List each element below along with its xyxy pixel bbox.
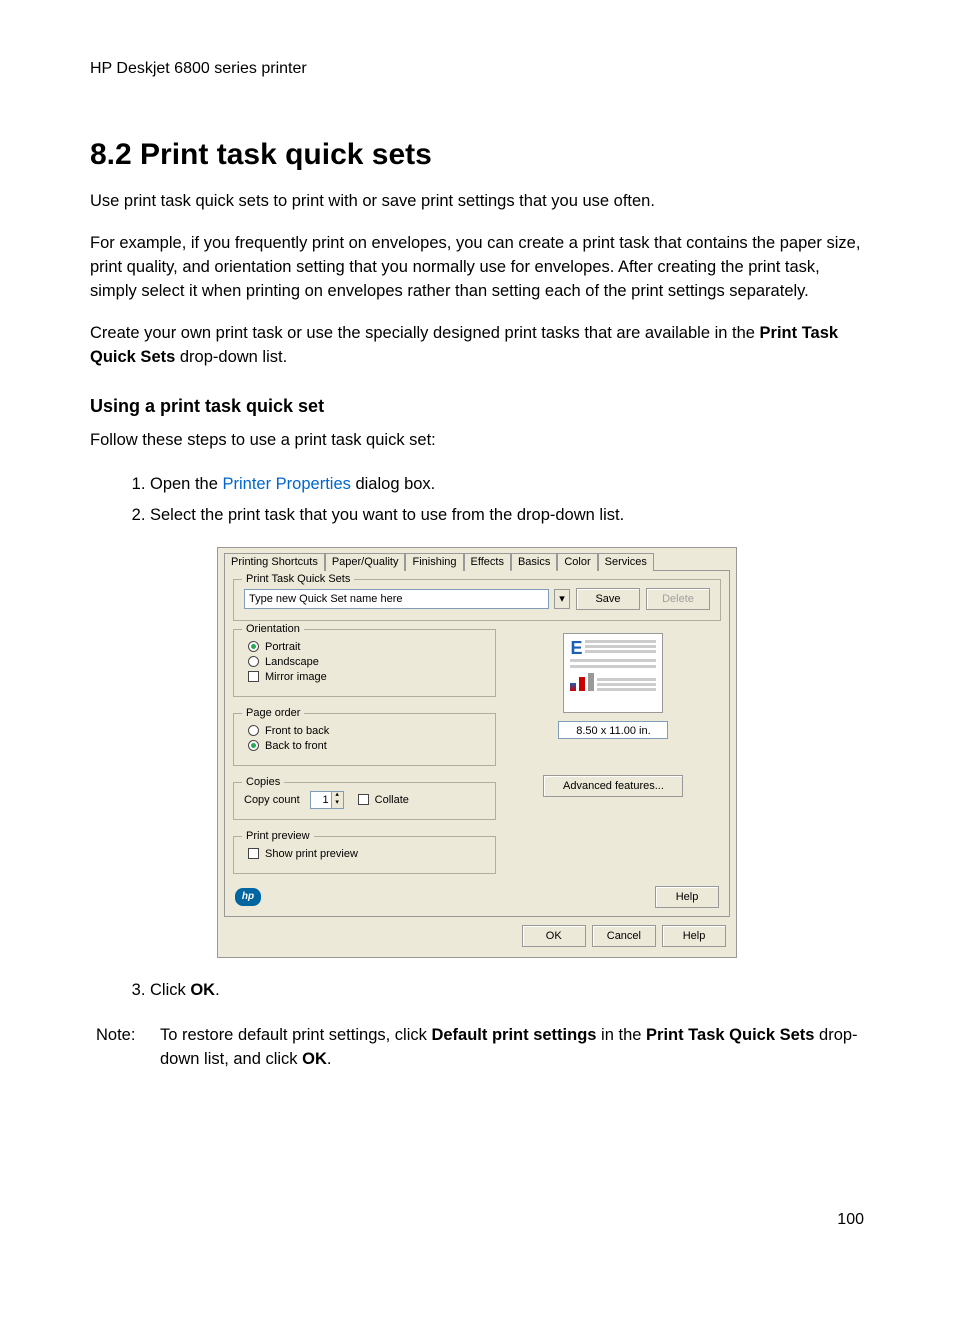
s3-bold: OK (190, 981, 215, 999)
quickset-name-input[interactable] (244, 589, 549, 609)
tab-basics[interactable]: Basics (511, 553, 557, 571)
note-body: To restore default print settings, click… (160, 1024, 864, 1072)
page-number: 100 (90, 1211, 864, 1229)
delete-button[interactable]: Delete (646, 588, 710, 610)
radio-unselected-icon (248, 725, 259, 736)
copy-count-value: 1 (311, 794, 331, 806)
pageorder-fieldset: Page order Front to back Back to front (233, 713, 496, 766)
note-b3: OK (302, 1050, 327, 1068)
note-label: Note: (96, 1024, 146, 1072)
radio-unselected-icon (248, 656, 259, 667)
front-to-back-radio[interactable]: Front to back (244, 725, 485, 737)
tab-services[interactable]: Services (598, 553, 654, 571)
paragraph-2: For example, if you frequently print on … (90, 232, 864, 304)
tab-color[interactable]: Color (557, 553, 597, 571)
subhead-intro: Follow these steps to use a print task q… (90, 429, 864, 453)
landscape-label: Landscape (265, 656, 319, 668)
tab-finishing[interactable]: Finishing (405, 553, 463, 571)
tab-paper-quality[interactable]: Paper/Quality (325, 553, 406, 571)
tab-bar: Printing Shortcuts Paper/Quality Finishi… (218, 548, 736, 570)
note-b1: Default print settings (431, 1026, 596, 1044)
show-preview-label: Show print preview (265, 848, 358, 860)
s3-pre: Click (150, 981, 190, 999)
portrait-label: Portrait (265, 641, 300, 653)
quickset-dropdown-button[interactable]: ▾ (554, 589, 570, 609)
preview-legend: Print preview (242, 830, 314, 842)
printer-properties-link[interactable]: Printer Properties (222, 475, 350, 493)
page-size-display: 8.50 x 11.00 in. (558, 721, 668, 739)
copy-count-spinner[interactable]: 1 ▴▾ (310, 791, 344, 809)
note-block: Note: To restore default print settings,… (90, 1024, 864, 1072)
step-3: Click OK. (150, 976, 864, 1004)
s3-post: . (215, 981, 220, 999)
mirror-label: Mirror image (265, 671, 327, 683)
page-preview-icon: E (563, 633, 663, 713)
collate-checkbox[interactable]: Collate (354, 794, 409, 806)
landscape-radio[interactable]: Landscape (244, 656, 485, 668)
copies-legend: Copies (242, 776, 284, 788)
checkbox-icon (248, 848, 259, 859)
p3-pre: Create your own print task or use the sp… (90, 324, 760, 342)
radio-selected-icon (248, 740, 259, 751)
page-header: HP Deskjet 6800 series printer (90, 60, 864, 78)
steps-list-continued: Click OK. (90, 976, 864, 1004)
note-b2: Print Task Quick Sets (646, 1026, 814, 1044)
s1-pre: Open the (150, 475, 222, 493)
btf-label: Back to front (265, 740, 327, 752)
note-post: . (327, 1050, 332, 1068)
collate-label: Collate (375, 794, 409, 806)
tab-effects[interactable]: Effects (464, 553, 511, 571)
p3-post: drop-down list. (175, 348, 287, 366)
inner-help-button[interactable]: Help (655, 886, 719, 908)
mirror-checkbox[interactable]: Mirror image (244, 671, 485, 683)
help-button[interactable]: Help (662, 925, 726, 947)
orientation-fieldset: Orientation Portrait Landscape Mirror im… (233, 629, 496, 697)
tab-printing-shortcuts[interactable]: Printing Shortcuts (224, 553, 325, 571)
steps-list: Open the Printer Properties dialog box. … (90, 470, 864, 528)
checkbox-icon (248, 671, 259, 682)
orientation-legend: Orientation (242, 623, 304, 635)
back-to-front-radio[interactable]: Back to front (244, 740, 485, 752)
copies-fieldset: Copies Copy count 1 ▴▾ Collate (233, 782, 496, 820)
checkbox-icon (358, 794, 369, 805)
tab-content: Print Task Quick Sets ▾ Save Delete Orie… (224, 570, 730, 917)
step-1: Open the Printer Properties dialog box. (150, 470, 864, 498)
portrait-radio[interactable]: Portrait (244, 641, 485, 653)
paragraph-3: Create your own print task or use the sp… (90, 322, 864, 370)
advanced-features-button[interactable]: Advanced features... (543, 775, 683, 797)
quickset-fieldset: Print Task Quick Sets ▾ Save Delete (233, 579, 721, 621)
dialog-footer: OK Cancel Help (218, 917, 736, 951)
copycount-label: Copy count (244, 794, 300, 806)
cancel-button[interactable]: Cancel (592, 925, 656, 947)
page-title: 8.2 Print task quick sets (90, 138, 864, 172)
print-preview-fieldset: Print preview Show print preview (233, 836, 496, 874)
s1-post: dialog box. (351, 475, 435, 493)
quickset-legend: Print Task Quick Sets (242, 573, 354, 585)
ok-button[interactable]: OK (522, 925, 586, 947)
show-preview-checkbox[interactable]: Show print preview (244, 848, 485, 860)
paragraph-1: Use print task quick sets to print with … (90, 190, 864, 214)
pageorder-legend: Page order (242, 707, 304, 719)
note-mid1: in the (596, 1026, 646, 1044)
spin-down-icon[interactable]: ▾ (331, 800, 343, 808)
step-2: Select the print task that you want to u… (150, 501, 864, 529)
chevron-down-icon: ▾ (559, 592, 565, 605)
radio-selected-icon (248, 641, 259, 652)
subheading: Using a print task quick set (90, 396, 864, 417)
save-button[interactable]: Save (576, 588, 640, 610)
ftb-label: Front to back (265, 725, 329, 737)
note-pre: To restore default print settings, click (160, 1026, 431, 1044)
printer-properties-dialog: Printing Shortcuts Paper/Quality Finishi… (217, 547, 737, 958)
hp-logo-icon: hp (235, 888, 261, 906)
